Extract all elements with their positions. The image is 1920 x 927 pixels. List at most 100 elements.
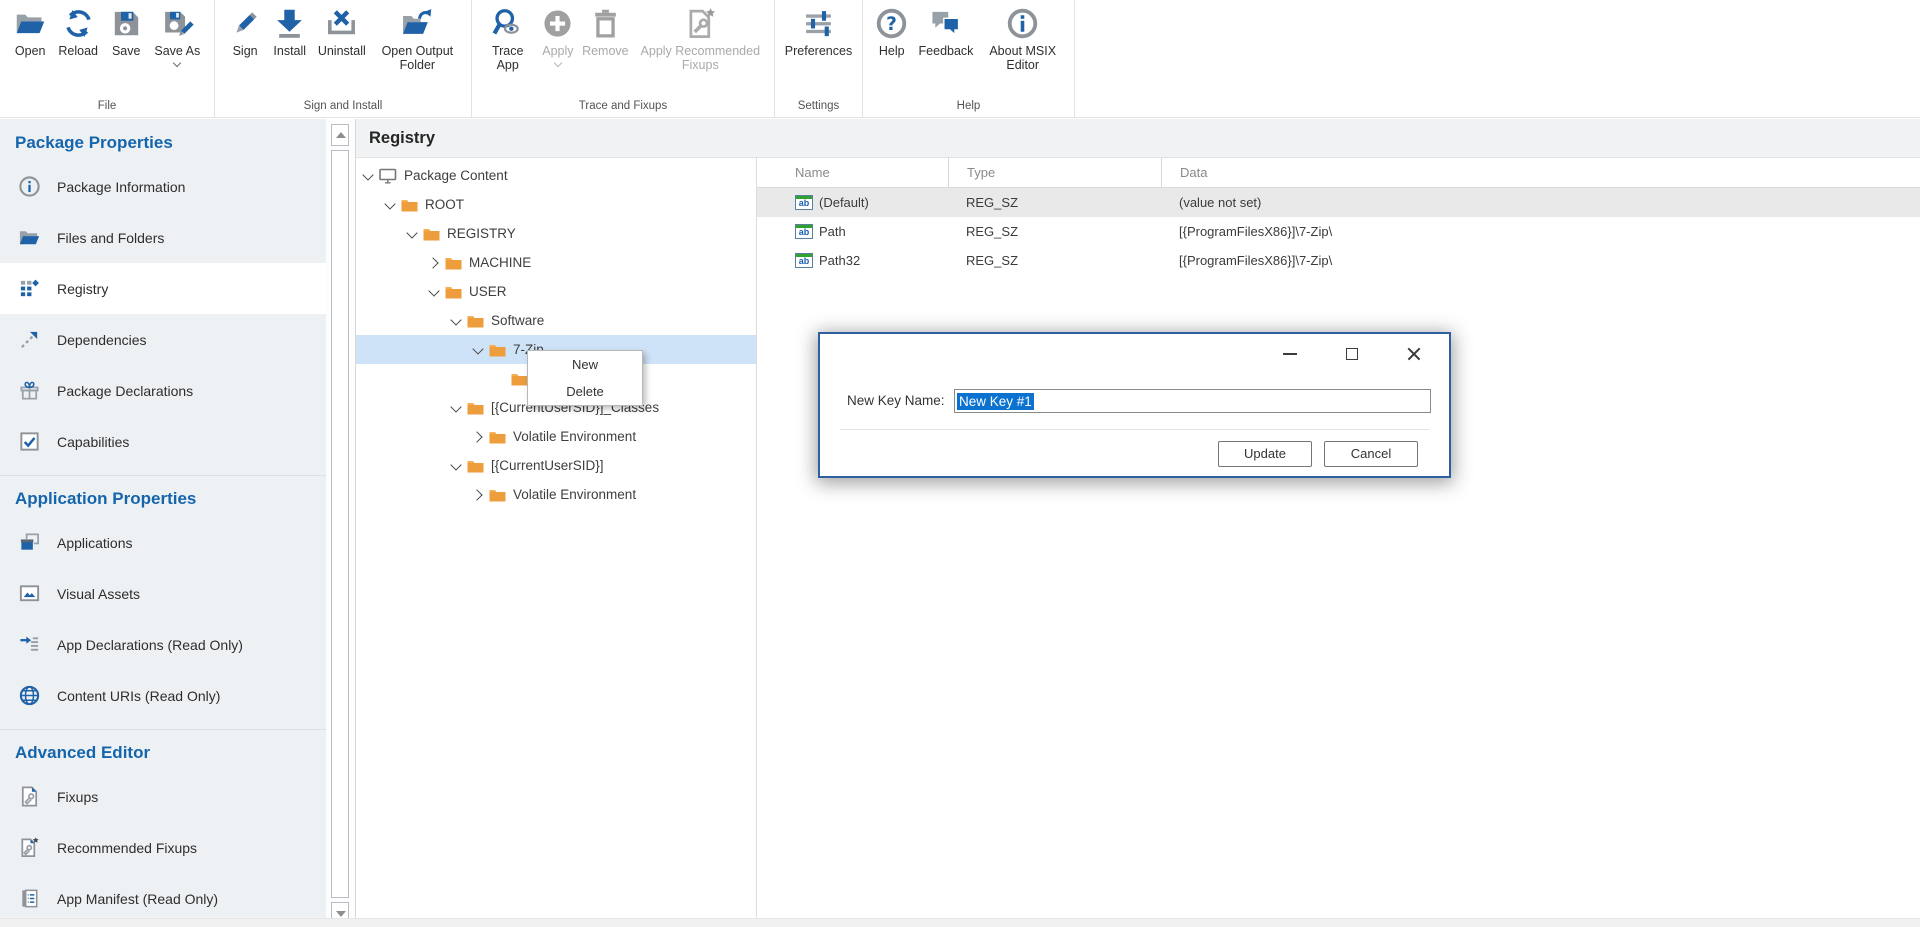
scrollbar-thumb[interactable]	[331, 150, 349, 898]
ribbon-group-file: Open Reload Save Save As File	[0, 0, 215, 118]
fixups-icon	[18, 785, 41, 808]
collapse-chevron-icon[interactable]	[471, 488, 485, 502]
column-header-name[interactable]: Name	[757, 158, 948, 187]
context-menu-item-new[interactable]: New	[528, 351, 642, 378]
tree-row-package-content[interactable]: Package Content	[356, 161, 756, 190]
expand-chevron-icon[interactable]	[449, 459, 463, 473]
tree-label: REGISTRY	[447, 226, 516, 241]
sidebar-item-recommended-fixups[interactable]: Recommended Fixups	[0, 822, 326, 873]
expand-chevron-icon[interactable]	[361, 169, 375, 183]
tree-label: USER	[469, 284, 507, 299]
value-name: (Default)	[819, 195, 869, 210]
tree-row-currentusersid[interactable]: [{CurrentUserSID}]	[356, 451, 756, 480]
table-row-default[interactable]: (Default) REG_SZ (value not set)	[757, 188, 1920, 217]
expand-chevron-icon[interactable]	[405, 227, 419, 241]
applications-label: Applications	[57, 535, 133, 551]
expand-chevron-icon[interactable]	[383, 198, 397, 212]
minimize-button[interactable]	[1275, 343, 1305, 365]
column-header-type[interactable]: Type	[948, 158, 1161, 187]
sidebar-item-registry[interactable]: Registry	[0, 263, 326, 314]
help-label: Help	[879, 44, 905, 58]
sidebar-item-package-declarations[interactable]: Package Declarations	[0, 365, 326, 416]
apply-recommended-fixups-icon	[684, 7, 717, 40]
scrollbar-up-button[interactable]	[331, 124, 349, 146]
registry-values-table: Name Type Data (Default) REG_SZ (value n…	[757, 158, 1920, 918]
value-data: (value not set)	[1161, 188, 1920, 217]
sidebar-item-dependencies[interactable]: Dependencies	[0, 314, 326, 365]
tree-label: Volatile Environment	[513, 429, 636, 444]
expand-chevron-icon[interactable]	[471, 343, 485, 357]
tree-row-registry[interactable]: REGISTRY	[356, 219, 756, 248]
uninstall-icon	[325, 7, 358, 40]
sidebar-item-applications[interactable]: Applications	[0, 517, 326, 568]
column-header-data[interactable]: Data	[1161, 158, 1920, 187]
sidebar-item-content-uris[interactable]: Content URIs (Read Only)	[0, 670, 326, 721]
tree-row-volatile-environment[interactable]: Volatile Environment	[356, 422, 756, 451]
sidebar-item-app-manifest[interactable]: App Manifest (Read Only)	[0, 873, 326, 924]
registry-tree: Package Content ROOT REGISTRY MACHINE US…	[356, 158, 756, 918]
context-menu-item-delete[interactable]: Delete	[528, 378, 642, 405]
help-button[interactable]: ? Help	[875, 0, 908, 96]
save-as-dropdown-chevron-icon[interactable]	[173, 60, 181, 68]
tree-row-software[interactable]: Software	[356, 306, 756, 335]
apply-plus-icon	[541, 7, 574, 40]
sidebar-item-app-declarations[interactable]: App Declarations (Read Only)	[0, 619, 326, 670]
sidebar-item-package-information[interactable]: Package Information	[0, 161, 326, 212]
tree-row-volatile-environment[interactable]: Volatile Environment	[356, 480, 756, 509]
apply-recommended-fixups-label: Apply Recommended Fixups	[636, 44, 764, 73]
tree-label: Package Content	[404, 168, 508, 183]
preferences-button[interactable]: Preferences	[785, 0, 852, 96]
expand-chevron-icon[interactable]	[449, 401, 463, 415]
remove-button[interactable]: Remove	[582, 0, 629, 96]
tree-row-user[interactable]: USER	[356, 277, 756, 306]
close-button[interactable]	[1399, 343, 1429, 365]
table-header-row: Name Type Data	[757, 158, 1920, 188]
about-msix-editor-button[interactable]: About MSIX Editor	[984, 0, 1062, 96]
value-data: [{ProgramFilesX86}]\7-Zip\	[1161, 246, 1920, 275]
table-row-path32[interactable]: Path32 REG_SZ [{ProgramFilesX86}]\7-Zip\	[757, 246, 1920, 275]
tree-label: [{CurrentUserSID}]	[491, 458, 604, 473]
sign-pencil-icon	[229, 7, 262, 40]
open-button[interactable]: Open	[14, 0, 47, 96]
install-button[interactable]: Install	[273, 0, 306, 96]
apply-button[interactable]: Apply	[541, 0, 574, 96]
table-row-path[interactable]: Path REG_SZ [{ProgramFilesX86}]\7-Zip\	[757, 217, 1920, 246]
reload-button[interactable]: Reload	[58, 0, 98, 96]
sidebar-item-capabilities[interactable]: Capabilities	[0, 416, 326, 467]
apply-label: Apply	[542, 44, 573, 58]
cancel-button[interactable]: Cancel	[1324, 441, 1418, 467]
save-as-button[interactable]: Save As	[154, 0, 200, 96]
sidebar-item-fixups[interactable]: Fixups	[0, 771, 326, 822]
remove-trash-icon	[589, 7, 622, 40]
ribbon-group-label-help: Help	[863, 96, 1074, 118]
ribbon-group-trace-fixups: Trace App Apply Remove Apply Recommended…	[472, 0, 775, 118]
feedback-button[interactable]: Feedback	[919, 0, 974, 96]
sign-button[interactable]: Sign	[229, 0, 262, 96]
tree-label: ROOT	[425, 197, 464, 212]
open-output-folder-button[interactable]: Open Output Folder	[377, 0, 457, 96]
app-declarations-label: App Declarations (Read Only)	[57, 637, 243, 653]
maximize-button[interactable]	[1337, 343, 1367, 365]
save-button[interactable]: Save	[110, 0, 143, 96]
collapse-chevron-icon[interactable]	[427, 256, 441, 270]
value-type: REG_SZ	[948, 246, 1161, 275]
sidebar-item-files-and-folders[interactable]: Files and Folders	[0, 212, 326, 263]
collapse-chevron-icon[interactable]	[471, 430, 485, 444]
apply-recommended-fixups-button[interactable]: Apply Recommended Fixups	[636, 0, 764, 96]
update-button[interactable]: Update	[1218, 441, 1312, 467]
tree-row-root[interactable]: ROOT	[356, 190, 756, 219]
expand-chevron-icon[interactable]	[427, 285, 441, 299]
uninstall-button[interactable]: Uninstall	[318, 0, 366, 96]
new-key-name-input[interactable]: New Key #1	[954, 389, 1431, 413]
sidebar-scrollbar	[326, 119, 355, 927]
expand-chevron-icon[interactable]	[449, 314, 463, 328]
trace-app-button[interactable]: Trace App	[482, 0, 534, 96]
dependencies-label: Dependencies	[57, 332, 147, 348]
tree-label: Software	[491, 313, 544, 328]
folder-icon	[489, 343, 506, 357]
folder-icon	[489, 488, 506, 502]
sidebar-item-visual-assets[interactable]: Visual Assets	[0, 568, 326, 619]
visual-assets-icon	[18, 582, 41, 605]
tree-row-machine[interactable]: MACHINE	[356, 248, 756, 277]
folder-icon	[467, 401, 484, 415]
